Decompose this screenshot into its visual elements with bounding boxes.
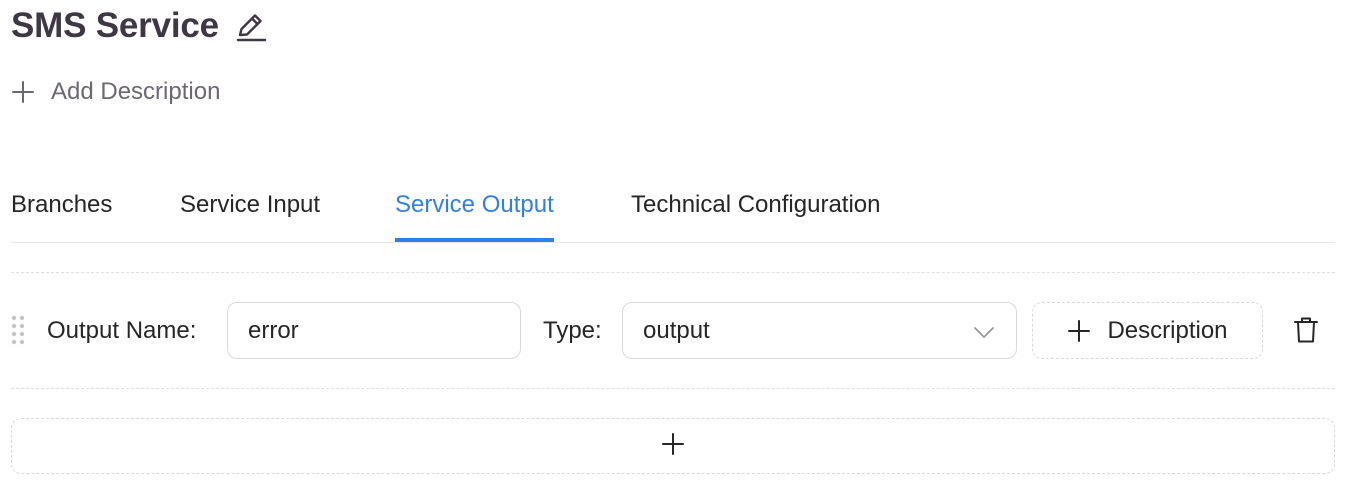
pencil-icon[interactable] xyxy=(233,8,269,44)
chevron-down-icon xyxy=(972,320,996,344)
output-name-value: error xyxy=(248,316,299,344)
add-output-description-button[interactable]: Description xyxy=(1032,302,1263,359)
add-output-button[interactable] xyxy=(11,418,1335,474)
divider xyxy=(11,272,1335,273)
tab-technical-configuration[interactable]: Technical Configuration xyxy=(631,168,880,242)
add-description-label: Add Description xyxy=(51,78,221,105)
plus-icon xyxy=(11,80,35,104)
type-value: output xyxy=(643,316,710,344)
title-row: SMS Service xyxy=(11,4,269,48)
tab-branches[interactable]: Branches xyxy=(11,168,112,242)
output-name-label: Output Name: xyxy=(47,317,197,344)
trash-icon[interactable] xyxy=(1291,314,1321,346)
type-select[interactable]: output xyxy=(622,302,1017,359)
service-output-page: SMS Service Add Description Branches Ser… xyxy=(0,0,1348,484)
tab-service-input[interactable]: Service Input xyxy=(180,168,320,242)
tab-service-output[interactable]: Service Output xyxy=(395,168,554,242)
divider xyxy=(11,388,1335,389)
add-description-button[interactable]: Add Description xyxy=(11,76,220,108)
plus-icon xyxy=(661,432,685,461)
tab-bar: Branches Service Input Service Output Te… xyxy=(11,168,1335,243)
type-label: Type: xyxy=(543,317,602,344)
output-row: Output Name: error Type: output Descript… xyxy=(0,302,1348,359)
drag-handle-icon[interactable] xyxy=(10,314,26,348)
output-name-input[interactable]: error xyxy=(227,302,521,359)
page-title: SMS Service xyxy=(11,6,219,45)
plus-icon xyxy=(1067,319,1091,343)
description-button-label: Description xyxy=(1107,316,1228,344)
